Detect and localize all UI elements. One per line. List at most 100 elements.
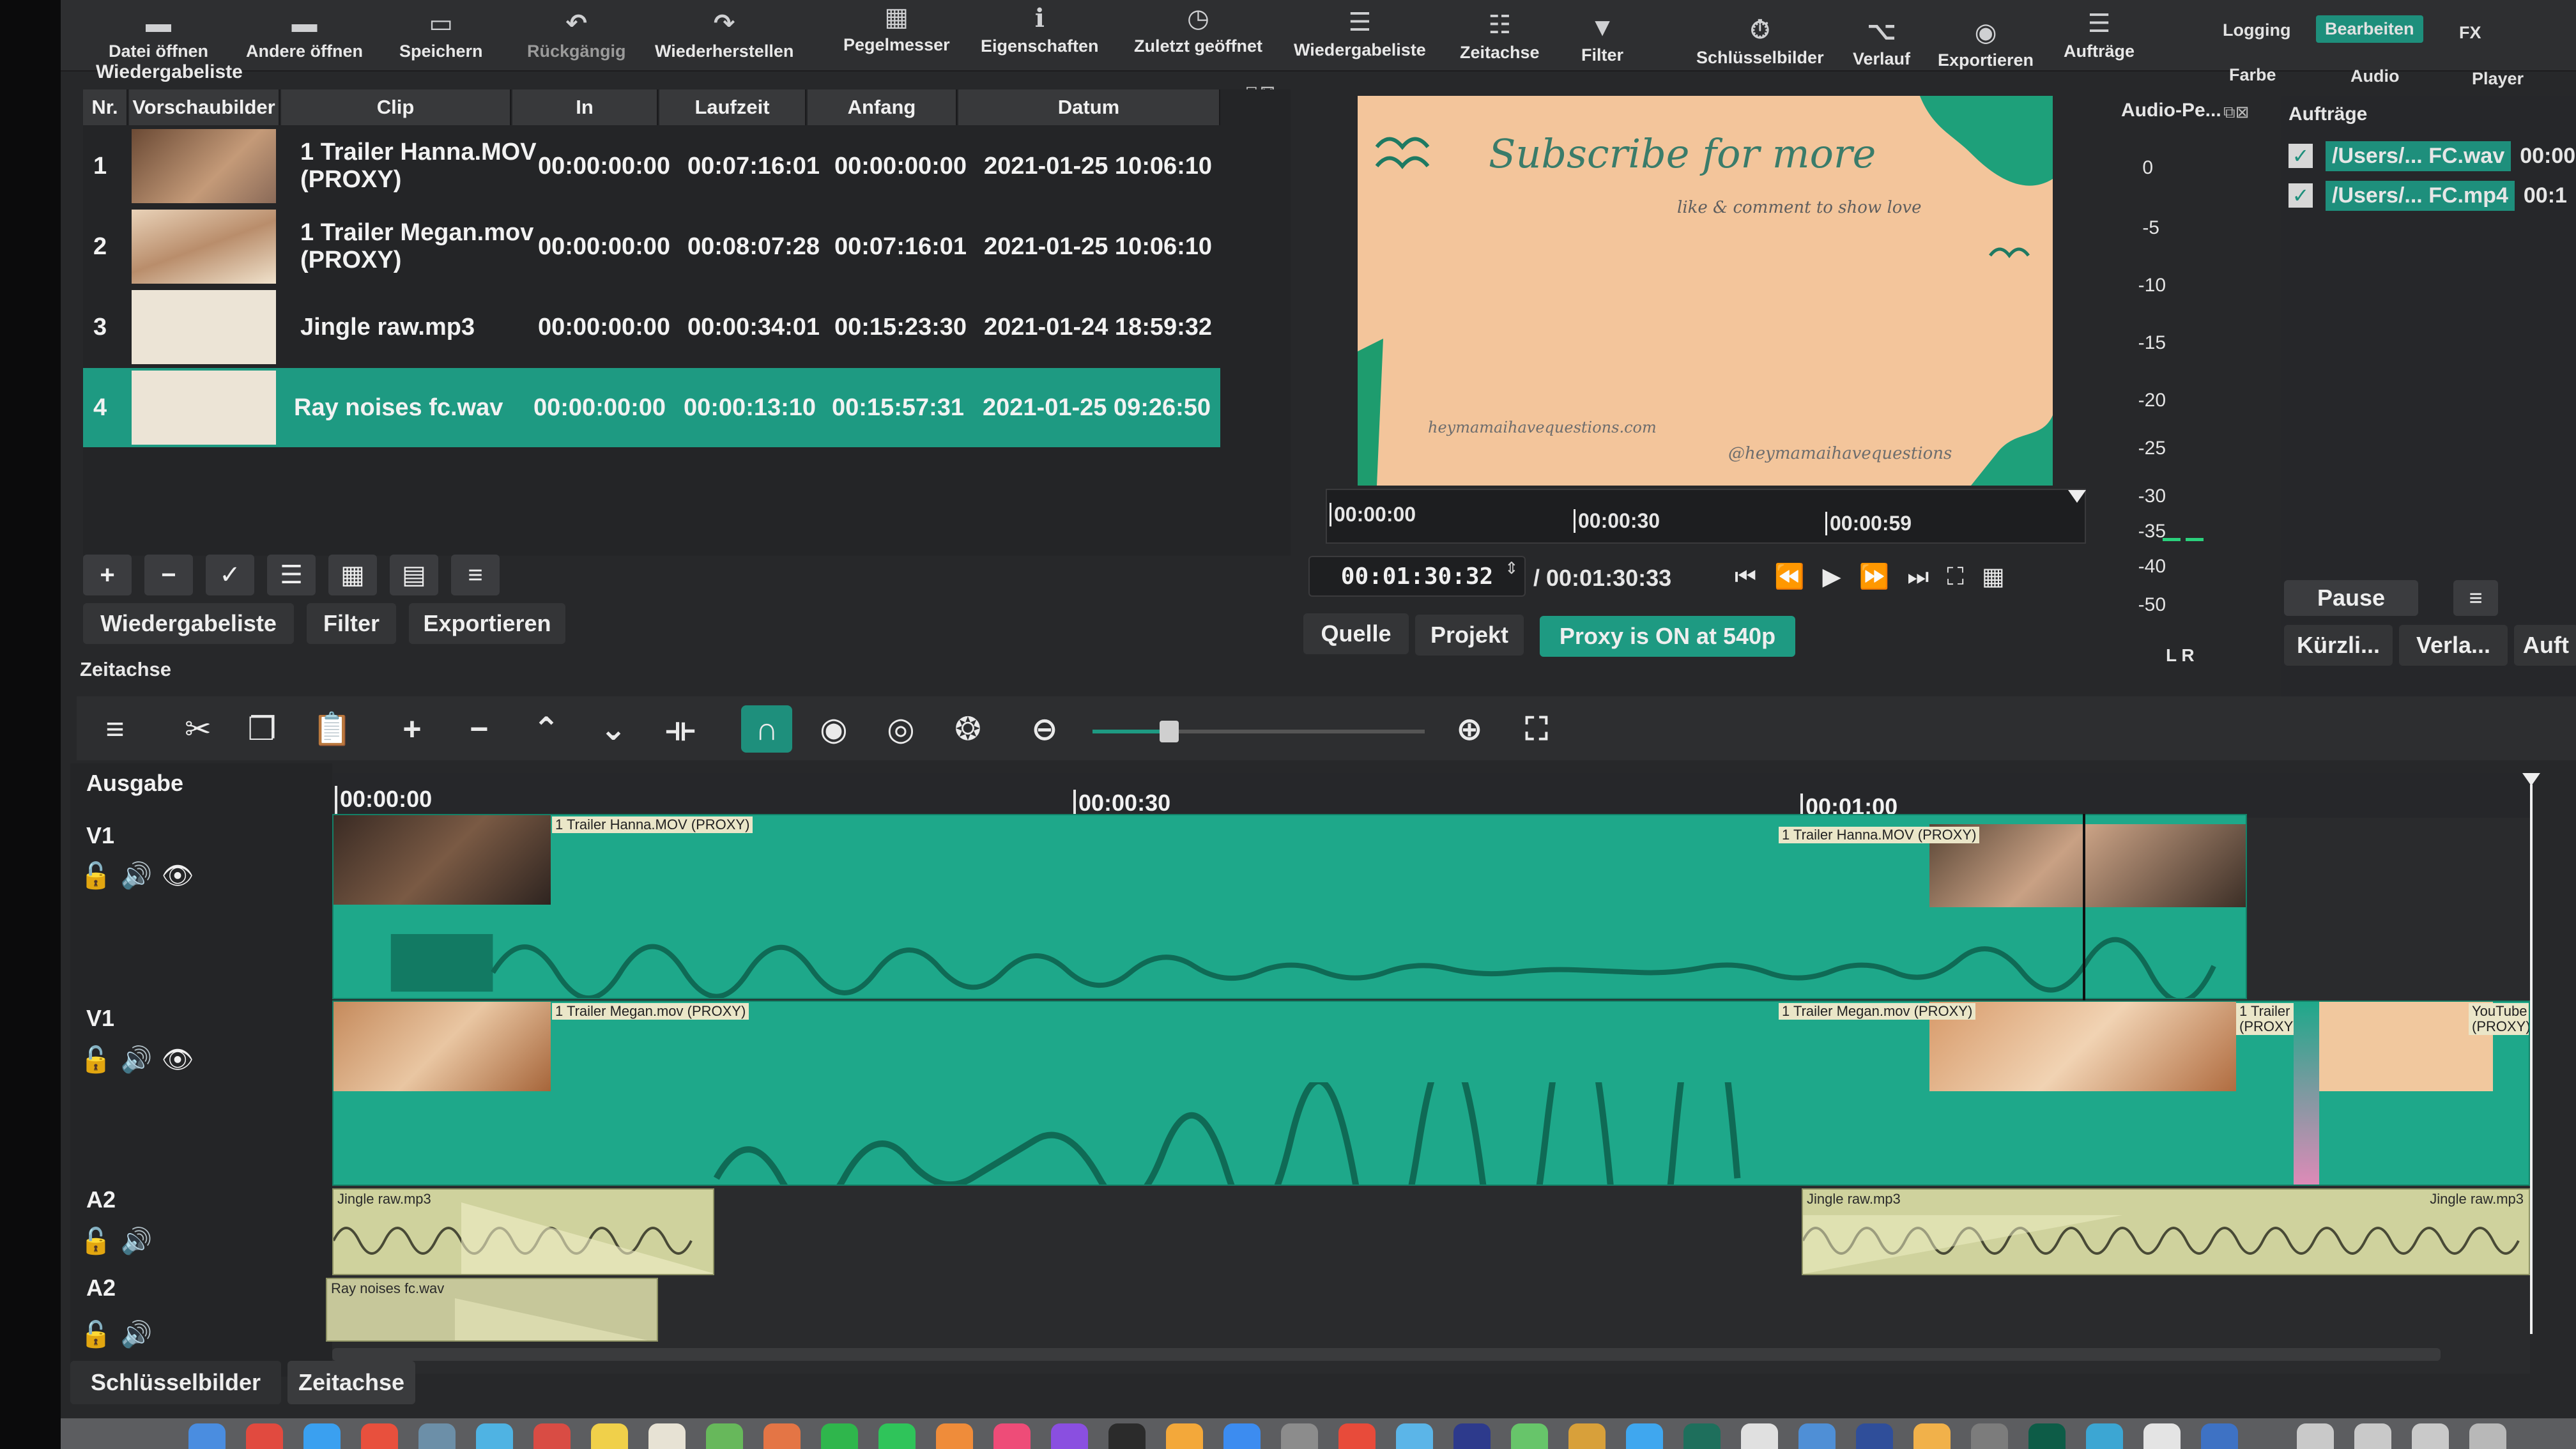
layout-edit[interactable]: Bearbeiten (2316, 15, 2423, 43)
app-icon[interactable] (2086, 1423, 2123, 1449)
app-icon[interactable] (1798, 1423, 1836, 1449)
track-controls[interactable]: 🔓🔊 (80, 1319, 162, 1349)
tab-keyframes[interactable]: Schlüsselbilder (70, 1361, 281, 1404)
finder-icon[interactable] (188, 1423, 226, 1449)
app-store-icon[interactable] (1223, 1423, 1261, 1449)
app-icon[interactable] (936, 1423, 973, 1449)
ripple-all-icon[interactable]: ❂ (942, 705, 993, 753)
app-icon[interactable] (476, 1423, 513, 1449)
app-icon[interactable] (1166, 1423, 1203, 1449)
tab-recent[interactable]: Kürzli... (2284, 625, 2393, 666)
col-thumbnails[interactable]: Vorschaubilder (129, 89, 280, 125)
transport-controls[interactable]: ⏮⏪▶⏩⏭⛶▦ (1735, 562, 2023, 591)
keyframes-button[interactable]: ⏱ Schlüsselbilder (1696, 0, 1824, 72)
layout-fx[interactable]: FX (2450, 19, 2490, 47)
app-icon[interactable] (648, 1423, 686, 1449)
zoom-fit-icon[interactable]: ⛶ (1511, 705, 1562, 753)
jobs-menu-icon[interactable]: ≡ (2453, 580, 2498, 616)
jobs-button[interactable]: ☰ Aufträge (2064, 0, 2135, 72)
col-date[interactable]: Datum (958, 89, 1220, 125)
update-clip-button[interactable]: ✓ (206, 555, 254, 595)
zoom-out-icon[interactable]: ⊖ (1019, 705, 1070, 753)
podcasts-icon[interactable] (1051, 1423, 1088, 1449)
open-other-button[interactable]: ▬ Andere öffnen (246, 0, 363, 72)
playlist-button[interactable]: ☰ Wiedergabeliste (1294, 0, 1426, 72)
music-icon[interactable] (993, 1423, 1031, 1449)
video-clip[interactable]: 1 Trailer Hanna.MOV (PROXY) 1 Trailer Ha… (332, 814, 2247, 999)
track-controls[interactable]: 🔓🔊👁 (80, 1045, 203, 1075)
video-clip[interactable]: 1 Trailer Megan.mov (PROXY) 1 Trailer Me… (332, 1000, 2530, 1186)
trash-icon[interactable] (2469, 1423, 2506, 1449)
app-icon[interactable] (418, 1423, 456, 1449)
scrub-eye-icon[interactable]: ◉ (808, 705, 859, 753)
timecode-input[interactable]: 00:01:30:32 (1308, 556, 1526, 597)
tab-source[interactable]: Quelle (1303, 613, 1409, 654)
timeline-ruler[interactable]: 00:00:00 00:00:30 00:01:00 (332, 773, 2530, 825)
notes-icon[interactable] (591, 1423, 628, 1449)
col-nr[interactable]: Nr. (83, 89, 128, 125)
playlist-row-selected[interactable]: 4 Ray noises fc.wav 00:00:00:00 00:00:13… (83, 368, 1220, 447)
export-button[interactable]: ◉ Exportieren (1938, 0, 2034, 72)
audio-clip[interactable]: Jingle raw.mp3 Jingle raw.mp3 (1802, 1188, 2530, 1275)
layout-player[interactable]: Player (2463, 65, 2533, 93)
ripple-delete-icon[interactable]: − (454, 705, 505, 753)
app-icon[interactable] (1511, 1423, 1548, 1449)
layout-color[interactable]: Farbe (2220, 61, 2285, 89)
folder-icon[interactable] (2412, 1423, 2449, 1449)
audio-clip[interactable]: Ray noises fc.wav (326, 1278, 658, 1342)
col-duration[interactable]: Laufzeit (659, 89, 806, 125)
app-icon[interactable] (246, 1423, 283, 1449)
copy-icon[interactable]: ❐ (236, 705, 288, 753)
app-icon[interactable] (361, 1423, 398, 1449)
tab-jobs[interactable]: Auft (2514, 625, 2576, 666)
timeline-horizontal-scrollbar[interactable] (332, 1348, 2441, 1361)
col-in[interactable]: In (512, 89, 658, 125)
tv-icon[interactable] (1108, 1423, 1146, 1449)
timeline-menu-icon[interactable]: ≡ (89, 705, 141, 753)
pause-jobs-button[interactable]: Pause (2284, 580, 2418, 616)
paste-icon[interactable]: 📋 (307, 705, 358, 753)
app-icon[interactable] (1913, 1423, 1951, 1449)
layout-logging[interactable]: Logging (2214, 17, 2299, 44)
split-icon[interactable]: ⟛ (655, 705, 706, 753)
timecode-spinner-icon[interactable]: ⇕ (1505, 558, 1519, 578)
tab-export[interactable]: Exportieren (409, 603, 565, 644)
filter-button[interactable]: ▼ Filter (1581, 0, 1623, 72)
safari-icon[interactable] (303, 1423, 341, 1449)
cut-icon[interactable]: ✂ (172, 705, 224, 753)
track-controls[interactable]: 🔓🔊 (80, 1226, 162, 1256)
tab-history[interactable]: Verla... (2399, 625, 2508, 666)
app-icon[interactable] (1453, 1423, 1491, 1449)
tab-filter[interactable]: Filter (307, 603, 396, 644)
overwrite-icon[interactable]: ⌄ (588, 705, 639, 753)
timeline-playhead-marker[interactable] (2522, 773, 2540, 786)
photos-icon[interactable] (763, 1423, 801, 1449)
add-clip-button[interactable]: + (83, 555, 132, 595)
app-icon[interactable] (1626, 1423, 1663, 1449)
save-button[interactable]: ▭ Speichern (399, 0, 483, 72)
recent-button[interactable]: ◷ Zuletzt geöffnet (1134, 0, 1262, 72)
app-icon[interactable] (1338, 1423, 1376, 1449)
append-icon[interactable]: + (387, 705, 438, 753)
messages-icon[interactable] (821, 1423, 858, 1449)
tab-timeline[interactable]: Zeitachse (288, 1361, 415, 1404)
timeline-tracks-area[interactable]: 00:00:00 00:00:30 00:01:00 1 Trailer Han… (326, 773, 2540, 1374)
layout-audio[interactable]: Audio (2342, 63, 2408, 90)
zoom-slider[interactable] (1092, 721, 1425, 742)
checkbox-checked-icon[interactable]: ✓ (2288, 144, 2313, 168)
job-item[interactable]: ✓ /Users/... FC.mp4 00:1 (2281, 178, 2567, 213)
app-icon[interactable] (1971, 1423, 2008, 1449)
col-start[interactable]: Anfang (808, 89, 957, 125)
icons-view-icon[interactable]: ▤ (390, 555, 438, 595)
maps-icon[interactable] (706, 1423, 743, 1449)
app-icon[interactable] (2028, 1423, 2066, 1449)
undo-button[interactable]: ↶ Rückgängig (527, 0, 626, 72)
facetime-icon[interactable] (878, 1423, 916, 1449)
properties-button[interactable]: ℹ Eigenschaften (981, 0, 1099, 72)
track-controls[interactable]: 🔓🔊👁 (80, 861, 203, 891)
app-icon[interactable] (1396, 1423, 1433, 1449)
timeline-playhead[interactable] (2530, 785, 2533, 1334)
playlist-row[interactable]: 2 1 Trailer Megan.mov (PROXY) 00:00:00:00… (83, 207, 1220, 286)
tab-playlist[interactable]: Wiedergabeliste (83, 603, 294, 644)
app-icon[interactable] (2201, 1423, 2238, 1449)
